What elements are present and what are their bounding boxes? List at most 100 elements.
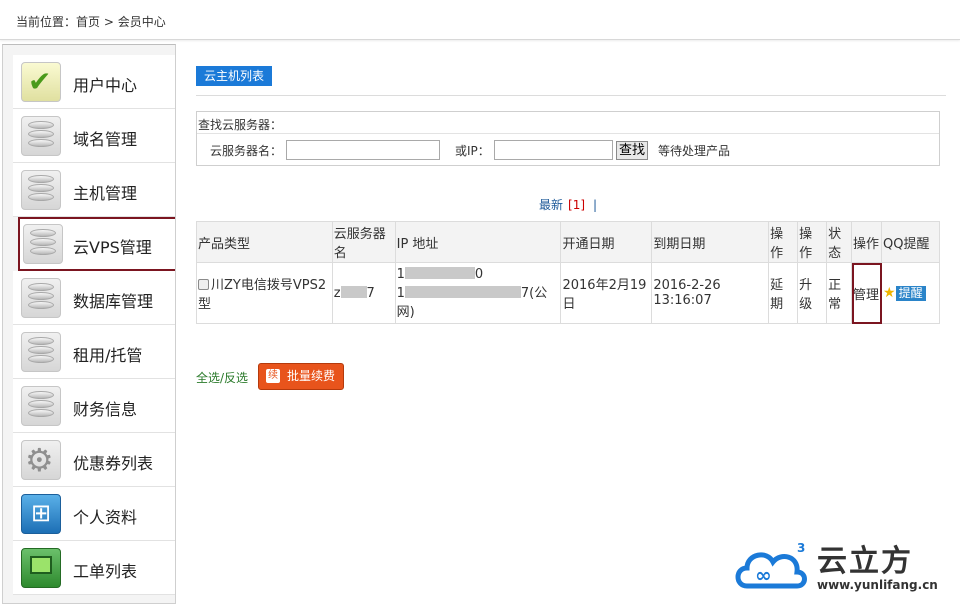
- sidebar-item-domain[interactable]: 域名管理: [13, 109, 175, 163]
- sidebar-item-hosting[interactable]: 主机管理: [13, 163, 175, 217]
- star-icon: ★: [883, 285, 896, 301]
- ticket-icon: [21, 548, 61, 588]
- header-action-renew: 操作: [768, 221, 799, 263]
- breadcrumb-current: 会员中心: [117, 15, 166, 29]
- header-action-upgrade: 操作: [797, 221, 828, 263]
- server-name-input[interactable]: [286, 140, 440, 160]
- database-icon: [21, 278, 61, 318]
- breadcrumb-prefix: 当前位置：: [16, 15, 77, 29]
- expire-date-cell: 2016-2-26 13:16:07: [651, 262, 770, 324]
- breadcrumb-home-link[interactable]: 首页: [76, 15, 100, 29]
- ip-cell: 10 1 7(公网): [394, 262, 562, 324]
- database-icon: [21, 386, 61, 426]
- breadcrumb: 当前位置：首页 > 会员中心: [16, 13, 166, 30]
- section-divider: [196, 95, 946, 96]
- org-chart-icon: ⊞: [21, 494, 61, 534]
- watermark-url: www.yunlifang.cn: [817, 578, 938, 592]
- sidebar-item-tickets[interactable]: 工单列表: [13, 541, 175, 595]
- server-name-cell: z7: [331, 262, 396, 324]
- bottom-actions: 全选/反选 续 批量续费: [196, 363, 496, 391]
- open-date-cell: 2016年2月19日: [560, 262, 653, 324]
- svg-text:∞: ∞: [755, 563, 772, 587]
- product-cell: 川ZY电信拨号VPS2型: [196, 262, 333, 324]
- watermark-brand: 云立方: [817, 544, 913, 579]
- sidebar-item-label: 租用/托管: [73, 346, 143, 365]
- sidebar-item-database[interactable]: 数据库管理: [13, 271, 175, 325]
- section-title: 云主机列表: [196, 66, 273, 86]
- status-cell: 正常: [826, 262, 853, 324]
- pager: 最新 [1] |: [539, 196, 597, 213]
- redaction-mask: [404, 266, 475, 279]
- header-product-type: 产品类型: [196, 221, 333, 263]
- upgrade-link[interactable]: 升级: [797, 262, 828, 324]
- svg-text:3: 3: [797, 541, 805, 555]
- sidebar-item-label: 优惠券列表: [73, 454, 154, 473]
- sidebar-item-rental[interactable]: 租用/托管: [13, 325, 175, 379]
- server-name-label: 云服务器名：: [210, 144, 283, 158]
- ip2-prefix: 1: [396, 285, 405, 301]
- batch-renew-button[interactable]: 续 批量续费: [258, 363, 344, 390]
- renew-icon: 续: [266, 369, 280, 383]
- header-qq-remind: QQ提醒: [881, 221, 940, 263]
- sidebar-item-finance[interactable]: 财务信息: [13, 379, 175, 433]
- ip-input[interactable]: [494, 140, 613, 160]
- remind-button[interactable]: 提醒: [895, 286, 926, 301]
- search-title: 查找云服务器：: [198, 118, 283, 132]
- server-name-suffix: 7: [366, 285, 375, 301]
- sidebar-item-label: 域名管理: [73, 130, 138, 149]
- search-divider: [197, 133, 939, 134]
- row-checkbox[interactable]: [198, 279, 209, 290]
- header-ip-address: IP 地址: [394, 221, 562, 263]
- database-icon: [21, 170, 61, 210]
- ip-label: 或IP：: [455, 144, 490, 158]
- select-all-link[interactable]: 全选/反选: [196, 369, 248, 386]
- gear-icon: ⚙: [21, 440, 61, 480]
- sidebar-item-label: 财务信息: [73, 400, 138, 419]
- pager-newest-link[interactable]: 最新: [539, 198, 563, 212]
- find-button[interactable]: 查找: [616, 141, 649, 160]
- cloud-logo-icon: ∞ 3: [735, 541, 807, 589]
- product-type: 川ZY电信拨号VPS2型: [198, 278, 327, 312]
- sidebar-item-label: 主机管理: [73, 184, 138, 203]
- search-panel: 查找云服务器： 云服务器名： 或IP： 查找 等待处理产品: [196, 111, 940, 166]
- database-icon: [21, 116, 61, 156]
- watermark-logo: ∞ 3 云立方 www.yunlifang.cn: [733, 536, 953, 600]
- pager-separator: |: [593, 198, 598, 212]
- sidebar-item-label: 数据库管理: [73, 292, 154, 311]
- breadcrumb-bar: 当前位置：首页 > 会员中心: [0, 0, 960, 40]
- sidebar-item-label: 用户中心: [73, 76, 138, 95]
- pager-page-link[interactable]: [1]: [568, 198, 585, 212]
- remind-cell: ★ 提醒: [881, 262, 940, 324]
- server-name-prefix: z: [333, 285, 341, 301]
- header-action-manage: 操作: [851, 221, 882, 263]
- sidebar-item-label: 个人资料: [73, 508, 138, 527]
- sidebar-item-user-center[interactable]: ✔ 用户中心: [13, 55, 175, 109]
- renew-link[interactable]: 延期: [768, 262, 799, 324]
- redaction-mask: [340, 285, 367, 298]
- header-expire-date: 到期日期: [651, 221, 770, 263]
- search-row: 云服务器名： 或IP： 查找 等待处理产品: [197, 138, 939, 162]
- sidebar-item-label: 工单列表: [73, 562, 138, 581]
- pending-products-link[interactable]: 等待处理产品: [658, 142, 730, 159]
- breadcrumb-separator: >: [103, 15, 114, 29]
- sidebar: ✔ 用户中心 域名管理 主机管理 云VPS管理 数据库管理 租用/托管 财务信息…: [2, 44, 176, 604]
- manage-link[interactable]: 管理: [851, 262, 882, 324]
- vps-table: 产品类型 云服务器名 IP 地址 开通日期 到期日期 操作 操作 状态 操作 Q…: [196, 221, 940, 324]
- database-icon: [23, 224, 63, 264]
- header-status: 状态: [826, 221, 853, 263]
- batch-renew-label: 批量续费: [287, 369, 336, 383]
- header-server-name: 云服务器名: [331, 221, 396, 263]
- page-root: 当前位置：首页 > 会员中心 ✔ 用户中心 域名管理 主机管理 云VPS管理 数…: [0, 0, 960, 604]
- sidebar-item-profile[interactable]: ⊞ 个人资料: [13, 487, 175, 541]
- header-open-date: 开通日期: [560, 221, 653, 263]
- table-row: 川ZY电信拨号VPS2型 z7 10 1 7(公网) 2016年2月19日 201…: [196, 262, 940, 324]
- database-icon: [21, 332, 61, 372]
- redaction-mask: [404, 285, 521, 298]
- sidebar-item-coupons[interactable]: ⚙ 优惠券列表: [13, 433, 175, 487]
- table-header-row: 产品类型 云服务器名 IP 地址 开通日期 到期日期 操作 操作 状态 操作 Q…: [196, 221, 940, 263]
- ip1-prefix: 1: [396, 266, 405, 282]
- check-icon: ✔: [21, 62, 61, 102]
- sidebar-item-cloud-vps[interactable]: 云VPS管理: [18, 217, 175, 271]
- sidebar-item-label: 云VPS管理: [73, 238, 152, 257]
- ip1-suffix: 0: [474, 266, 484, 282]
